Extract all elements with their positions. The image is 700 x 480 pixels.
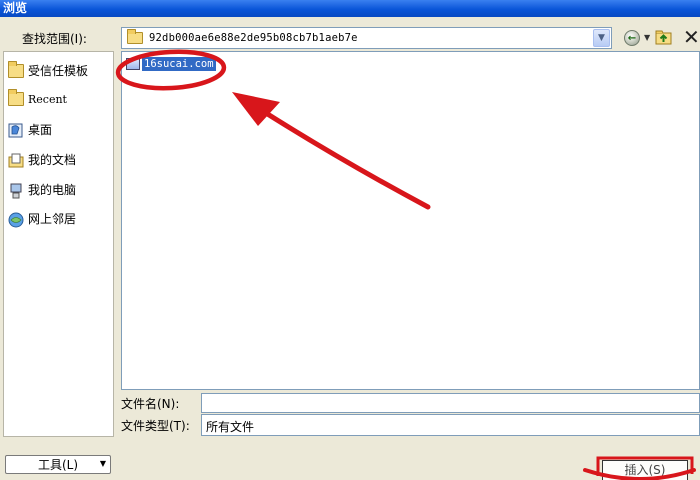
- place-label: 桌面: [28, 123, 53, 137]
- computer-icon: [8, 183, 24, 198]
- folder-icon: [8, 60, 24, 78]
- folder-icon: [8, 89, 24, 106]
- chevron-down-icon[interactable]: ▼: [593, 29, 610, 47]
- network-icon: [8, 212, 24, 227]
- up-folder-icon[interactable]: [655, 29, 673, 46]
- file-name-input[interactable]: [201, 393, 700, 413]
- insert-label: 插入(S): [624, 463, 666, 477]
- place-trusted-templates[interactable]: 受信任模板: [8, 60, 89, 79]
- title-bar: 浏览: [0, 0, 700, 17]
- file-type-label: 文件类型(T):: [121, 419, 190, 433]
- file-name-label: 文件名(N):: [121, 397, 180, 411]
- look-in-combo[interactable]: 92db000ae6e88e2de95b08cb7b1aeb7e ▼: [121, 27, 612, 49]
- place-label: 我的电脑: [28, 183, 77, 197]
- list-item[interactable]: 16sucai.com: [126, 57, 216, 71]
- tools-button[interactable]: 工具(L) ▼: [5, 455, 111, 474]
- file-name: 16sucai.com: [142, 57, 216, 71]
- back-icon[interactable]: ←: [624, 30, 640, 46]
- place-my-documents[interactable]: 我的文档: [8, 151, 76, 168]
- look-in-path: 92db000ae6e88e2de95b08cb7b1aeb7e: [149, 32, 358, 44]
- chevron-down-icon: ▼: [99, 459, 106, 468]
- insert-button[interactable]: 插入(S): [602, 460, 688, 480]
- desktop-icon: [8, 123, 24, 137]
- look-in-label: 查找范围(I):: [22, 32, 87, 46]
- folder-icon: [127, 29, 143, 44]
- delete-icon[interactable]: ✕: [683, 26, 700, 48]
- back-dropdown-icon[interactable]: ▼: [644, 33, 650, 42]
- places-bar: 受信任模板 Recent 桌面 我的文档 我的电脑 网上邻居: [3, 51, 114, 437]
- place-recent[interactable]: Recent: [8, 89, 67, 106]
- place-label: 我的文档: [28, 153, 77, 167]
- place-label: 网上邻居: [28, 212, 77, 226]
- place-label: Recent: [28, 92, 67, 106]
- place-network[interactable]: 网上邻居: [8, 210, 76, 227]
- file-list[interactable]: 16sucai.com: [121, 51, 700, 390]
- file-type-select[interactable]: 所有文件: [201, 414, 700, 436]
- file-icon: [126, 58, 140, 70]
- place-label: 受信任模板: [28, 64, 89, 78]
- place-desktop[interactable]: 桌面: [8, 121, 52, 138]
- documents-icon: [8, 153, 24, 167]
- window-title: 浏览: [3, 1, 28, 15]
- place-my-computer[interactable]: 我的电脑: [8, 181, 76, 198]
- tools-label: 工具(L): [37, 458, 79, 472]
